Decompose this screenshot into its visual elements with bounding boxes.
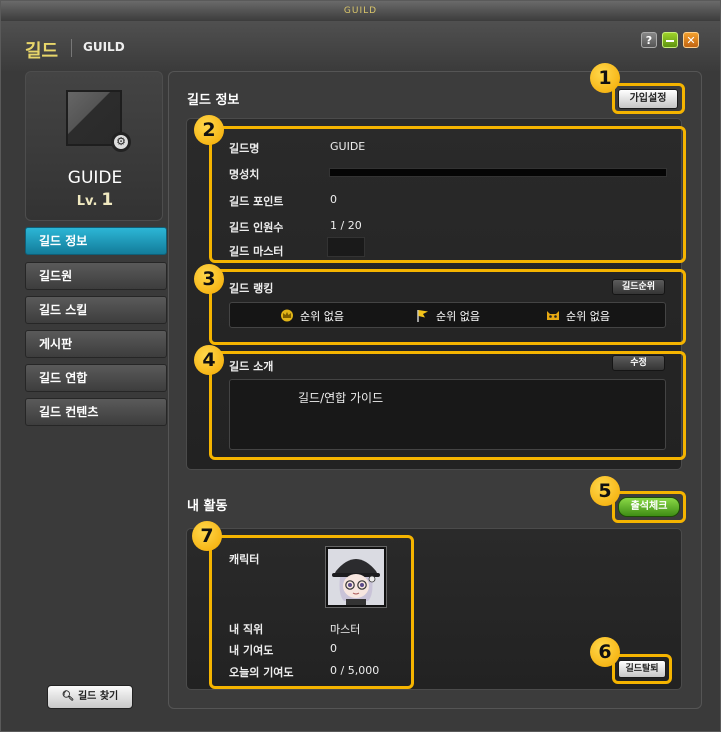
today-contribution-value: 0 / 5,000 [330, 664, 380, 677]
sidebar-item-alliance[interactable]: 길드 연합 [25, 364, 167, 392]
emblem-settings-gear-icon[interactable]: ⚙ [111, 132, 131, 152]
close-button[interactable]: ✕ [683, 32, 699, 48]
sidebar-item-skills[interactable]: 길드 스킬 [25, 296, 167, 324]
badge-1: 1 [590, 63, 620, 93]
badge-4: 4 [194, 345, 224, 375]
rank-crown-text: 순위 없음 [300, 310, 344, 323]
member-count-label: 길드 인원수 [229, 221, 284, 234]
intro-text: 길드/연합 가이드 [298, 391, 384, 405]
sidebar-item-board[interactable]: 게시판 [25, 330, 167, 358]
intro-textarea[interactable]: 길드/연합 가이드 [229, 379, 666, 450]
search-icon: 🔍︎ [61, 691, 75, 702]
window-title: GUILD [1, 1, 720, 21]
sidebar-item-contents[interactable]: 길드 컨텐츠 [25, 398, 167, 426]
guild-points-label: 길드 포인트 [229, 195, 284, 208]
section-title-guild-info: 길드 정보 [187, 93, 240, 108]
guild-master-label: 길드 마스터 [229, 245, 284, 258]
rank-mask-text: 순위 없음 [566, 310, 610, 323]
guild-master-value [327, 237, 365, 257]
section-title-my-activity: 내 활동 [187, 499, 228, 514]
level-value: 1 [101, 190, 114, 210]
rank-item-crown: 순위 없음 [280, 308, 344, 324]
sidebar-item-members[interactable]: 길드원 [25, 262, 167, 290]
guild-window: GUILD 길드 GUILD ? ✕ ⚙ GUIDE Lv. 1 길드 정보 길드… [0, 0, 721, 732]
today-contribution-label: 오늘의 기여도 [229, 666, 294, 679]
ranking-bar: 순위 없음 순위 없음 순위 없음 [229, 302, 666, 328]
minimize-icon [666, 40, 674, 42]
guild-points-value: 0 [330, 193, 337, 206]
guild-profile-card: ⚙ GUIDE Lv. 1 [25, 71, 163, 221]
member-count-value: 1 / 20 [330, 219, 362, 232]
badge-2: 2 [194, 115, 224, 145]
guild-name: GUIDE [67, 168, 123, 188]
header-divider [71, 39, 72, 57]
crown-icon [281, 309, 293, 322]
my-contribution-value: 0 [330, 642, 337, 655]
highlight-6 [612, 654, 672, 684]
my-position-label: 내 직위 [229, 623, 264, 636]
my-contribution-label: 내 기여도 [229, 644, 274, 657]
mask-icon [547, 311, 559, 320]
highlight-1 [612, 83, 685, 114]
rank-item-mask: 순위 없음 [546, 308, 610, 324]
badge-6: 6 [590, 637, 620, 667]
sidebar-item-guild-info[interactable]: 길드 정보 [25, 227, 167, 255]
guild-name-value: GUIDE [330, 140, 366, 153]
guild-level: Lv. 1 [26, 190, 164, 210]
guild-ranking-button[interactable]: 길드순위 [612, 279, 665, 295]
fame-bar [329, 168, 667, 177]
fame-label: 명성치 [229, 168, 260, 181]
flag-icon [417, 310, 428, 322]
my-position-value: 마스터 [330, 623, 361, 636]
guild-name-label: 길드명 [229, 142, 260, 155]
badge-5: 5 [590, 476, 620, 506]
level-label: Lv. [76, 194, 98, 209]
header-subtitle: GUILD [83, 40, 125, 54]
ranking-title: 길드 랭킹 [229, 282, 274, 295]
header-title: 길드 [25, 41, 59, 62]
badge-3: 3 [194, 264, 224, 294]
badge-7: 7 [192, 521, 222, 551]
character-label: 캐릭터 [229, 553, 260, 566]
edit-intro-button[interactable]: 수정 [612, 355, 665, 371]
character-portrait [328, 549, 384, 605]
help-button[interactable]: ? [641, 32, 657, 48]
intro-title: 길드 소개 [229, 360, 274, 373]
find-guild-label: 길드 찾기 [77, 691, 119, 702]
minimize-button[interactable] [662, 32, 678, 48]
rank-flag-text: 순위 없음 [436, 310, 480, 323]
rank-item-flag: 순위 없음 [416, 308, 480, 324]
highlight-5 [612, 491, 686, 523]
find-guild-button[interactable]: 🔍︎ 길드 찾기 [47, 685, 133, 709]
character-avatar [326, 547, 386, 607]
